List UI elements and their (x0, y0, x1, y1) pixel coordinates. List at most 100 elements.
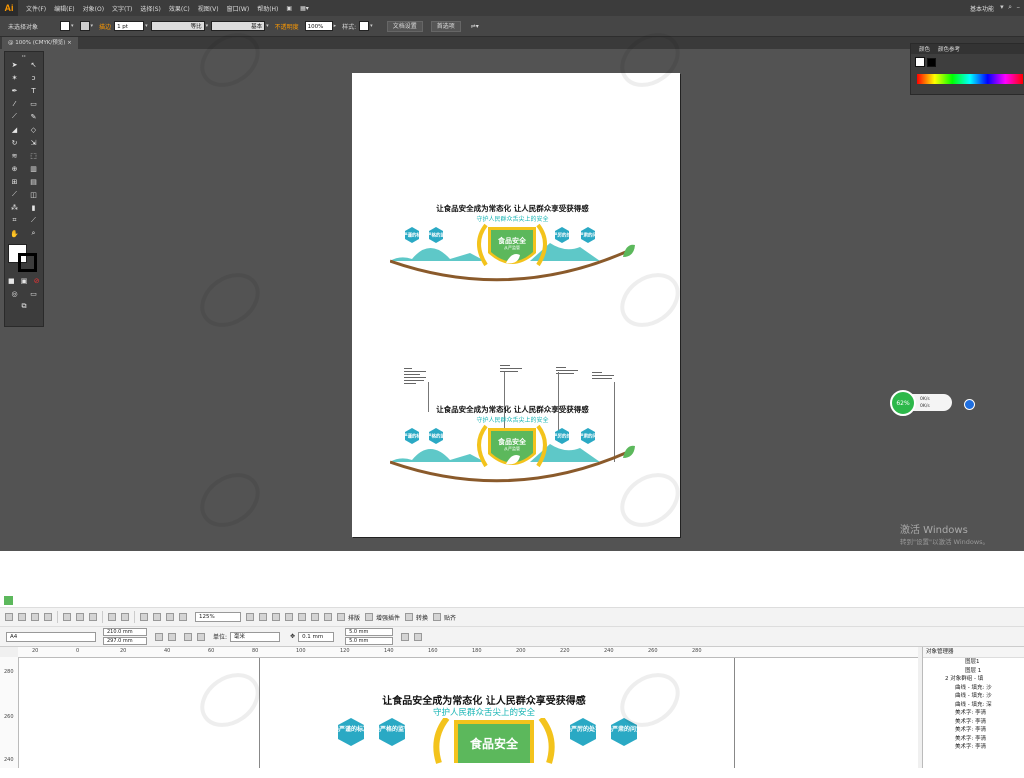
eraser-tool-icon[interactable]: ◇ (27, 126, 40, 134)
chevron-down-icon[interactable]: ▸ (334, 23, 337, 29)
none-swatch[interactable] (915, 57, 925, 67)
document-tab[interactable]: @ 100% (CMYK/预览) × (2, 37, 78, 49)
column-graph-tool-icon[interactable]: ▮ (27, 204, 40, 212)
paste-icon[interactable] (89, 613, 97, 621)
object-row[interactable]: 美术字: 李清 (923, 735, 1024, 744)
draw-mode-icon[interactable]: ◎ (8, 290, 21, 298)
undo-icon[interactable] (108, 613, 116, 621)
cut-icon[interactable] (63, 613, 71, 621)
landscape-icon[interactable] (168, 632, 176, 641)
chevron-down-icon[interactable]: ▾ (266, 23, 269, 29)
save-icon[interactable] (31, 613, 39, 621)
open-icon[interactable] (18, 613, 26, 621)
zoom-selected-icon[interactable] (272, 613, 280, 621)
free-transform-tool-icon[interactable]: ⬚ (27, 152, 40, 160)
perspective-grid-tool-icon[interactable]: ▥ (27, 165, 40, 173)
eyedropper-tool-icon[interactable]: ⟋ (8, 190, 21, 199)
lasso-tool-icon[interactable]: ↄ (27, 74, 40, 82)
object-row[interactable]: 曲线 - 填充: 深 (923, 701, 1024, 710)
zoom-width-icon[interactable] (311, 613, 319, 621)
import-icon[interactable] (140, 613, 148, 621)
export-icon[interactable] (153, 613, 161, 621)
window-controls[interactable]: ▾ ⌕ – (1000, 3, 1020, 12)
layout-label[interactable]: 排版 (348, 613, 360, 622)
zoom-out-icon[interactable] (259, 613, 267, 621)
layout-icon[interactable] (337, 613, 345, 621)
chevron-down-icon[interactable]: ▾ (91, 23, 94, 29)
menu-view[interactable]: 视图(V) (198, 4, 219, 13)
memory-usage-badge[interactable]: 62% (890, 390, 916, 416)
snap-label[interactable]: 贴齐 (444, 613, 456, 622)
zoom-height-icon[interactable] (324, 613, 332, 621)
menu-select[interactable]: 选择(S) (140, 4, 161, 13)
menu-type[interactable]: 文字(T) (112, 4, 132, 13)
blob-brush-tool-icon[interactable]: ◢ (8, 126, 21, 134)
color-spectrum-slider[interactable] (917, 74, 1023, 84)
stroke-color-swatch[interactable] (18, 253, 37, 272)
fill-swatch[interactable] (60, 21, 71, 31)
color-mode-icon[interactable]: ■ (5, 277, 18, 285)
chevron-down-icon[interactable]: ▾ (145, 23, 148, 29)
variable-width-profile[interactable]: 等比 (150, 21, 205, 31)
hand-tool-icon[interactable]: ✋ (8, 230, 21, 238)
current-page-icon[interactable] (197, 632, 205, 641)
convert-icon[interactable] (405, 613, 414, 621)
layer-row[interactable]: 图层 1 (923, 667, 1024, 676)
magic-wand-tool-icon[interactable]: ✶ (8, 74, 21, 82)
print-icon[interactable] (44, 613, 52, 621)
zoom-page-icon[interactable] (298, 613, 306, 621)
object-row[interactable]: 美术字: 李清 (923, 743, 1024, 752)
coreldraw-canvas[interactable]: 让食品安全成为常态化 让人民群众享受获得感 守护人民群众舌尖上的安全 最严谨的标… (19, 658, 918, 768)
pencil-tool-icon[interactable]: ✎ (27, 113, 40, 121)
line-tool-icon[interactable]: ⁄ (8, 100, 21, 108)
stroke-weight-field[interactable]: 1 pt (114, 21, 145, 31)
zoom-level-select[interactable]: 125% (195, 612, 241, 622)
chevron-down-icon[interactable]: ▾ (206, 23, 209, 29)
shape-builder-tool-icon[interactable]: ⊕ (8, 165, 21, 173)
edit-units-icon[interactable] (401, 632, 410, 641)
artboard[interactable]: 让食品安全成为常态化 让人民群众享受获得感 守护人民群众舌尖上的安全 最严谨的标… (352, 73, 680, 537)
redo-icon[interactable] (121, 613, 129, 621)
arrange-documents-icon[interactable]: ▦▾ (300, 5, 309, 12)
page-height-field[interactable]: 297.0 mm (103, 637, 147, 645)
copy-icon[interactable] (76, 613, 84, 621)
brush-definition[interactable]: 基本 (211, 21, 266, 31)
duplicate-y-field[interactable]: 5.0 mm (345, 637, 394, 645)
warp-tool-icon[interactable]: ≋ (8, 152, 21, 160)
new-document-icon[interactable] (5, 613, 13, 621)
menu-effect[interactable]: 效果(C) (169, 4, 190, 13)
horizontal-ruler[interactable]: 20 0 20 40 60 80 100 120 140 160 180 200… (18, 647, 918, 658)
slice-tool-icon[interactable]: ⟋ (27, 216, 40, 225)
menu-help[interactable]: 帮助(H) (257, 4, 278, 13)
stroke-swatch[interactable] (79, 21, 90, 31)
network-speed-widget[interactable]: 0K/s 0K/s 62% (890, 390, 975, 416)
plugin-label[interactable]: 增强插件 (376, 613, 400, 622)
direct-selection-tool-icon[interactable]: ↖ (27, 61, 40, 69)
close-icon[interactable]: × (67, 40, 72, 46)
nudge-distance-field[interactable]: 0.1 mm (298, 631, 335, 642)
bridge-icon[interactable]: ▣ (286, 5, 292, 12)
pen-tool-icon[interactable]: ✒ (8, 87, 21, 95)
edit-scale-icon[interactable] (414, 632, 423, 641)
tab-color[interactable]: 颜色 (919, 45, 930, 53)
menu-window[interactable]: 窗口(W) (227, 4, 250, 13)
all-pages-icon[interactable] (184, 632, 192, 641)
zoom-all-icon[interactable] (285, 613, 293, 621)
menu-edit[interactable]: 编辑(E) (54, 4, 74, 13)
opacity-field[interactable]: 100% (304, 21, 333, 31)
black-swatch[interactable] (927, 58, 936, 67)
object-row[interactable]: 曲线 - 填充: 沙 (923, 684, 1024, 693)
duplicate-x-field[interactable]: 5.0 mm (345, 628, 394, 636)
stroke-label[interactable]: 描边 (99, 22, 111, 31)
type-tool-icon[interactable]: T (27, 87, 40, 95)
object-row[interactable]: 美术字: 李清 (923, 726, 1024, 735)
change-screen-mode-icon[interactable]: ⧉ (18, 302, 31, 311)
object-row[interactable]: 美术字: 李清 (923, 709, 1024, 718)
scale-tool-icon[interactable]: ⇲ (27, 139, 40, 147)
object-row[interactable]: 曲线 - 填充: 沙 (923, 692, 1024, 701)
workspace-switcher[interactable]: 基本功能 (970, 4, 994, 13)
gradient-mode-icon[interactable]: ▣ (18, 277, 31, 285)
tab-color-guide[interactable]: 颜色参考 (938, 45, 960, 53)
panel-menu-icon[interactable]: ⇌▾ (471, 23, 479, 30)
snap-icon[interactable] (433, 613, 442, 621)
